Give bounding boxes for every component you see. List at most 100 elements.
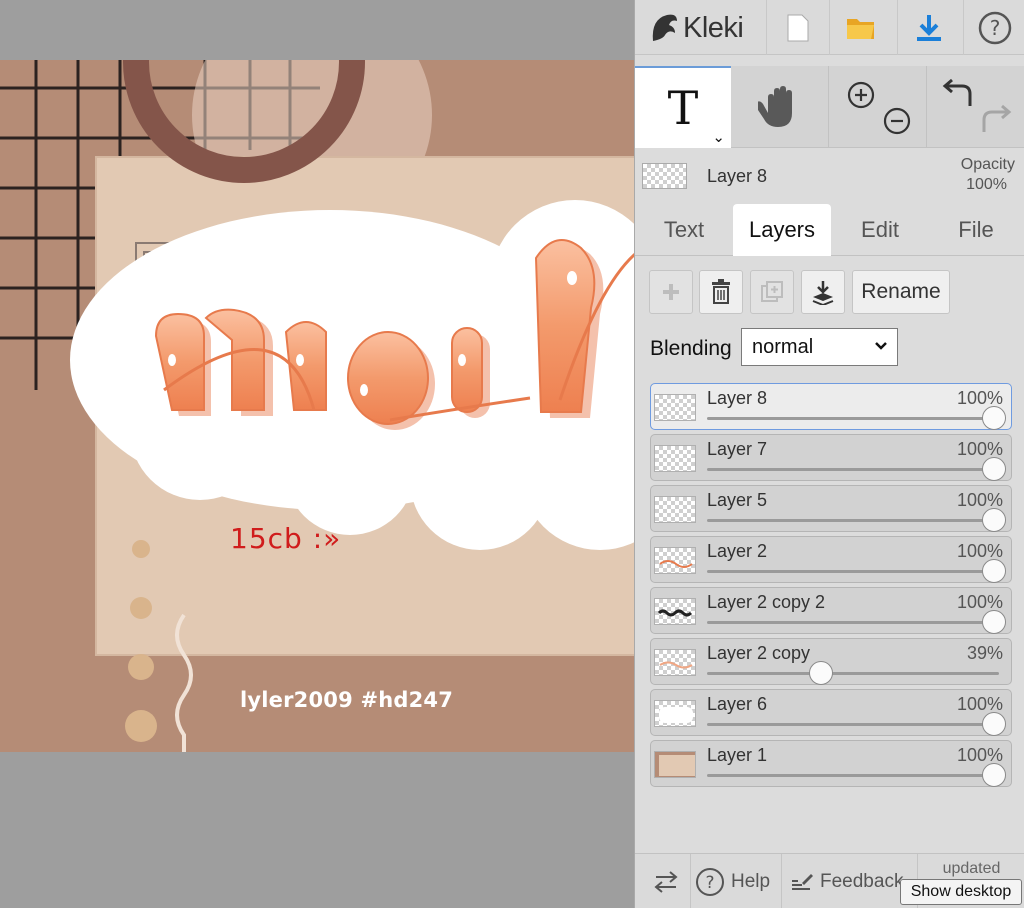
layer-opacity-slider-handle[interactable]: [982, 763, 1006, 787]
layer-opacity-slider-handle[interactable]: [982, 508, 1006, 532]
layer-opacity-text: 39%: [966, 643, 1003, 663]
layer-row-layer-2[interactable]: Layer 2 100%: [650, 536, 1012, 583]
layer-opacity-slider-handle[interactable]: [982, 406, 1006, 430]
drawing-canvas-area[interactable]: 15cb :» lyler2009 #hd247: [0, 0, 634, 908]
layer-opacity-slider-handle[interactable]: [982, 712, 1006, 736]
tab-edit[interactable]: Edit: [831, 204, 929, 256]
help-icon: ?: [978, 11, 1011, 44]
feedback-pencil-icon: [792, 873, 813, 890]
side-panel: Kleki ? T ⌄ Layer 8 Opacity 100% Text La…: [634, 0, 1024, 908]
layer-opacity-slider-handle[interactable]: [808, 661, 833, 685]
open-file-button[interactable]: [829, 0, 891, 55]
blending-label: Blending: [650, 337, 732, 360]
zoom-in-icon[interactable]: [846, 80, 876, 110]
layer-name: Layer 8: [707, 388, 768, 408]
hand-tool-button[interactable]: [732, 66, 829, 148]
tab-layers[interactable]: Layers: [733, 204, 831, 256]
save-download-button[interactable]: [897, 0, 959, 55]
artwork-graphics: [0, 60, 634, 752]
layer-opacity-track[interactable]: [707, 570, 999, 573]
undo-icon[interactable]: [942, 78, 976, 108]
rename-button[interactable]: Rename: [852, 270, 950, 314]
current-layer-info: Layer 8 Opacity 100%: [635, 149, 1024, 203]
delete-layer-button[interactable]: [699, 270, 743, 314]
add-layer-button[interactable]: [649, 270, 693, 314]
layer-opacity-track[interactable]: [707, 723, 999, 726]
open-folder-icon: [846, 18, 874, 39]
layer-row-layer-7[interactable]: Layer 7 100%: [650, 434, 1012, 481]
svg-text:?: ?: [705, 873, 714, 893]
kleki-logo[interactable]: Kleki: [649, 8, 744, 48]
layer-row-layer-1[interactable]: Layer 1 100%: [650, 740, 1012, 787]
layer-row-layer-2-copy-2[interactable]: Layer 2 copy 2 100%: [650, 587, 1012, 634]
artwork-handle-text: 15cb :»: [230, 522, 342, 555]
download-icon: [916, 14, 941, 41]
artwork-canvas[interactable]: 15cb :» lyler2009 #hd247: [0, 60, 634, 752]
delete-layer-icon: [712, 279, 730, 304]
help-circle-icon: ?: [696, 867, 724, 896]
kleki-logo-icon: [652, 14, 677, 41]
layer-thumbnail: [654, 496, 696, 523]
layer-name: Layer 1: [707, 745, 768, 765]
help-label: Help: [731, 870, 771, 892]
layer-thumbnail: [654, 598, 696, 625]
tool-row: T ⌄: [635, 66, 1024, 148]
redo-icon[interactable]: [978, 104, 1012, 134]
layer-opacity-track[interactable]: [707, 774, 999, 777]
brand-name: Kleki: [683, 11, 744, 44]
layer-opacity-slider-handle[interactable]: [982, 559, 1006, 583]
duplicate-layer-button[interactable]: [750, 270, 794, 314]
merge-down-icon: [812, 281, 834, 305]
feedback-label: Feedback: [820, 870, 904, 892]
layer-opacity-track[interactable]: [707, 519, 999, 522]
zoom-controls: [830, 66, 927, 148]
layer-name: Layer 2 copy 2: [707, 592, 826, 612]
duplicate-layer-icon: [761, 281, 783, 302]
layer-opacity-track[interactable]: [707, 672, 999, 675]
layer-opacity-track[interactable]: [707, 468, 999, 471]
swap-side-button[interactable]: [643, 854, 689, 908]
opacity-value: 100%: [966, 176, 1007, 193]
updated-label: updated: [942, 860, 1001, 877]
layer-row-layer-5[interactable]: Layer 5 100%: [650, 485, 1012, 532]
text-tool-icon: T: [667, 81, 699, 135]
layer-opacity-slider-handle[interactable]: [982, 457, 1006, 481]
merge-down-button[interactable]: [801, 270, 845, 314]
layer-opacity-track[interactable]: [707, 621, 999, 624]
layer-opacity-slider-handle[interactable]: [982, 610, 1006, 634]
feedback-link[interactable]: Feedback: [781, 854, 903, 908]
current-layer-name: Layer 8: [707, 166, 768, 186]
tab-file[interactable]: File: [927, 204, 1024, 256]
undo-redo-controls: [928, 66, 1024, 148]
app-window: 15cb :» lyler2009 #hd247 Kleki ? T ⌄ Lay…: [0, 0, 1024, 908]
blending-select[interactable]: normal: [741, 328, 898, 366]
tab-text[interactable]: Text: [635, 204, 733, 256]
layer-thumbnail: [654, 700, 696, 727]
layer-row-layer-6[interactable]: Layer 6 100%: [650, 689, 1012, 736]
layer-thumbnail: [654, 445, 696, 472]
layer-row-layer-2-copy[interactable]: Layer 2 copy 39%: [650, 638, 1012, 685]
panel-tabs: Text Layers Edit File: [635, 204, 1024, 256]
layer-thumbnail: [654, 751, 696, 778]
chevron-down-icon[interactable]: ⌄: [712, 128, 725, 146]
layer-name: Layer 5: [707, 490, 768, 510]
layer-name: Layer 7: [707, 439, 768, 459]
add-layer-icon: [663, 284, 679, 300]
layer-thumbnail: [654, 649, 696, 676]
layer-row-layer-8[interactable]: Layer 8 100%: [650, 383, 1012, 430]
new-file-button[interactable]: [766, 0, 828, 55]
hand-tool-icon: [758, 86, 792, 127]
opacity-label: Opacity: [960, 156, 1015, 173]
layer-name: Layer 2: [707, 541, 768, 561]
current-layer-thumbnail: [642, 163, 687, 189]
artwork-credit-text: lyler2009 #hd247: [240, 688, 454, 712]
svg-text:?: ?: [989, 16, 1000, 40]
text-tool-button[interactable]: T ⌄: [635, 66, 731, 148]
help-link[interactable]: ? Help: [690, 854, 770, 908]
layer-opacity-track[interactable]: [707, 417, 999, 420]
top-bar: Kleki ?: [635, 0, 1024, 55]
zoom-out-icon[interactable]: [882, 106, 912, 136]
help-button[interactable]: ?: [963, 0, 1024, 55]
swap-arrows-icon: [654, 870, 678, 893]
layer-name: Layer 6: [707, 694, 768, 714]
